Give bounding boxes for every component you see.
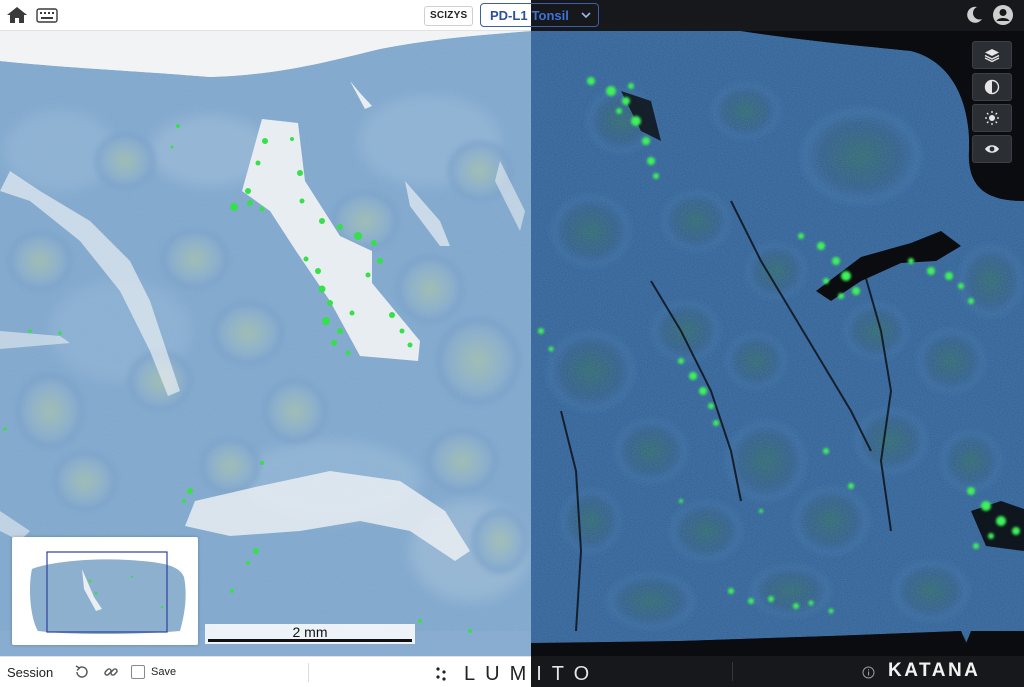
chevron-down-icon (581, 12, 591, 19)
sciz-button[interactable]: SCIZYS (424, 6, 474, 26)
sun-icon (985, 111, 999, 125)
layers-icon (984, 49, 1000, 63)
scale-bar: 2 mm (205, 624, 415, 644)
save-checkbox[interactable] (131, 665, 145, 679)
contrast-icon (984, 79, 1000, 95)
link-icon[interactable] (103, 664, 119, 680)
brightfield-viewer[interactable]: 2 mm (0, 31, 531, 656)
marker-label: PD-L1 (490, 7, 528, 23)
katana-brand-text: KATANA (888, 660, 981, 681)
brightness-button[interactable] (972, 104, 1012, 132)
fluorescence-tissue-image (531, 31, 1024, 656)
tissue-label: Tonsil (531, 7, 569, 23)
fluorescence-viewer[interactable] (531, 31, 1024, 656)
scale-bar-label: 2 mm (292, 624, 328, 640)
save-label: Save (151, 666, 177, 678)
minimap-tissue-thumbnail (30, 551, 186, 634)
marker-select[interactable]: PD-L1 Tonsil (480, 3, 599, 27)
lumito-brand-text: LUMITO (464, 663, 600, 685)
footer-divider-dark (732, 662, 733, 681)
lumito-logo-icon (435, 666, 451, 682)
info-icon[interactable] (862, 666, 875, 679)
keyboard-icon[interactable] (36, 8, 58, 23)
right-top-bar (531, 0, 1024, 31)
session-label: Session (7, 665, 54, 680)
overview-minimap[interactable] (12, 537, 198, 645)
user-avatar-icon[interactable] (992, 4, 1014, 26)
left-top-bar: SCIZYS (0, 0, 531, 31)
scale-bar-line (208, 639, 412, 642)
reset-icon[interactable] (74, 664, 90, 680)
left-bottom-bar: Session Save (0, 656, 531, 687)
home-icon[interactable] (6, 6, 28, 24)
layers-button[interactable] (972, 41, 1012, 69)
visibility-button[interactable] (972, 135, 1012, 163)
moon-icon[interactable] (964, 5, 984, 25)
contrast-button[interactable] (972, 73, 1012, 101)
eye-icon (985, 145, 999, 153)
footer-divider (308, 663, 309, 682)
